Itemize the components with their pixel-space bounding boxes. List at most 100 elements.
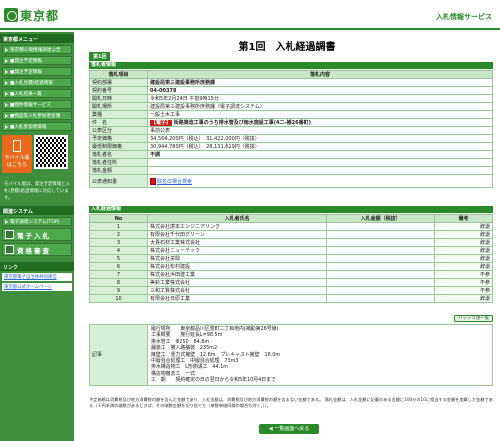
row-label: 契約番号	[89, 86, 148, 95]
row-label: 件 名	[89, 118, 148, 127]
bid-note: 辞退	[434, 222, 493, 231]
sidebar-menu-head: 東京都メニュー	[0, 34, 74, 43]
row-value: 30,944,780円（税込） 28,131,619円（税抜）	[147, 142, 493, 151]
row-value	[147, 166, 493, 175]
bid-note: 不参	[434, 270, 493, 279]
main-content: 第1回 入札経過調書 第1回 落札者情報 落札項目 落札内容 契約部署 建設局第三…	[79, 32, 495, 441]
mobile-note: モバイル版は、発注予定情報と入札(見積)結過情報に対応しています。	[4, 182, 70, 201]
column-header-amount: 入札金額（税抜）	[326, 214, 435, 223]
bid-amount	[326, 238, 435, 247]
column-header: 落札内容	[147, 70, 493, 79]
tokyo-logo[interactable]: 東京都	[4, 7, 59, 23]
back-to-list-button[interactable]: ◀ 一覧画面へ戻る	[259, 424, 319, 434]
bidder-name: 美鈴工業株式会社	[146, 278, 328, 287]
sidebar-item-label: 電子調達システム(TOP)	[10, 219, 60, 225]
section-case-info: 落札者情報	[89, 62, 493, 69]
table-row: 落札者住所	[89, 158, 493, 167]
table-row: 開札日時 令和5年2月24日 午前9時15分	[89, 94, 493, 103]
tokyo-emblem-icon	[4, 8, 18, 22]
arrow-icon	[5, 219, 8, 224]
link-tokyo-official[interactable]: 東京都公式ホームページ	[2, 283, 72, 291]
bid-amount	[326, 230, 435, 239]
row-value: 取名の場合検索	[147, 174, 493, 188]
qualification-icon	[5, 245, 14, 254]
column-header-no: No	[89, 214, 148, 223]
remarks-table: 記事 履行場所 東京都品川区豊町二丁目地内(補助第26号線) 工事概要 施行延長…	[89, 324, 493, 386]
table-row: 契約番号 04-00378	[89, 86, 493, 95]
sidebar-system-head: 関連システム	[0, 206, 74, 215]
row-label: 落札者名	[89, 150, 148, 159]
sidebar-item-property-service[interactable]: ■物件情報サービス	[2, 100, 72, 109]
sidebar-link-head: リンク	[0, 262, 74, 271]
sidebar-item-label: ■入札見積)結過情報	[10, 80, 53, 86]
table-row: 契約部署 建設局第三建設事務所庶務課	[89, 78, 493, 87]
sidebar-item-label: 資格審査	[17, 246, 51, 255]
bid-note: 辞退	[434, 294, 493, 303]
table-row: 予定価格 34,564,200円（税込） 31,422,000円（税抜）	[89, 134, 493, 143]
sidebar-item-qualification[interactable]: 資格審査	[2, 243, 72, 256]
case-subject: 街路築造工事のうち排水管及び雨水施設工事(4二-補26番町)	[173, 120, 311, 126]
hash-list-button[interactable]: ハッシュ値一覧	[454, 315, 493, 322]
page-title: 第1回 入札経過調書	[238, 42, 336, 53]
bid-no: 5	[89, 254, 148, 263]
mobile-phone-icon	[13, 140, 21, 152]
sidebar-item-e-procurement[interactable]: 電子調達システム(TOP)	[2, 217, 72, 226]
bid-no: 9	[89, 286, 148, 295]
row-label: 落札金額	[89, 166, 148, 175]
table-row: 最低制限価格 30,944,780円（税込） 28,131,619円（税抜）	[89, 142, 493, 151]
bid-amount	[326, 278, 435, 287]
arrow-icon	[5, 47, 8, 52]
bid-note: 不参	[434, 278, 493, 287]
table-row: 業種 一般土木工事	[89, 110, 493, 119]
sidebar-item-e-bid[interactable]: 電子入札	[2, 228, 72, 241]
bidder-name: 有限会社千代田グリーン	[146, 230, 328, 239]
bid-no: 7	[89, 270, 148, 279]
bidder-name: 株式会社境本エンジニアリング	[146, 222, 328, 231]
row-label: 開札日時	[89, 94, 148, 103]
notice-download-link[interactable]: 取名の場合検索	[157, 179, 192, 185]
bidder-name: 株式会社松村建設	[146, 262, 328, 271]
footnote: 予定価格は消費税及び地方消費税の額を含んだ金額であり、入札金額は、消費税及び地方…	[89, 397, 493, 408]
arrow-icon	[5, 113, 8, 118]
row-label: 落札者住所	[89, 158, 148, 167]
mobile-badge-sub: はこちら	[6, 162, 27, 168]
table-row: 1 株式会社境本エンジニアリング 辞退	[89, 222, 493, 231]
link-e-government[interactable]: 東京都電子自治体共同運営	[2, 273, 72, 281]
logo-text: 東京都	[20, 8, 60, 23]
row-label: 最低制限価格	[89, 142, 148, 151]
table-header-row: 落札項目 落札内容	[89, 70, 493, 79]
bid-no: 8	[89, 278, 148, 287]
table-row: 公表区分 事前公表	[89, 126, 493, 135]
bid-amount	[326, 254, 435, 263]
table-row: 4 株式会社ニューテック 辞退	[89, 246, 493, 255]
sidebar-item-bid-list[interactable]: ■入札結果一覧	[2, 89, 72, 98]
sidebar-item-order-plan[interactable]: ■発注予定情報	[2, 56, 72, 65]
bid-note: 辞退	[434, 262, 493, 271]
row-value: 令和5年2月24日 午前9時15分	[147, 94, 493, 103]
bid-amount	[326, 262, 435, 271]
bid-amount	[326, 270, 435, 279]
remarks-content: 履行場所 東京都品川区豊町二丁目地内(補助第26号線) 工事概要 施行延長L=9…	[147, 324, 493, 386]
page-header: 東京都 入札情報サービス	[0, 0, 500, 30]
bid-amount	[326, 294, 435, 303]
mobile-badge-label: モバイル版	[4, 155, 30, 161]
sidebar-item-public-notice[interactable]: 東京都公報情報調達公告	[2, 45, 72, 54]
sidebar-item-goods-roster[interactable]: ■物品等入札参加者名簿	[2, 111, 72, 120]
row-value: 事前公表	[147, 126, 493, 135]
arrow-icon	[5, 91, 8, 96]
row-value: 建設局第三建設事務所庶務課	[147, 78, 493, 87]
arrow-icon	[5, 124, 8, 129]
table-row: 開札場所 建設局第三建設事務所庶務課（電子調達システム）	[89, 102, 493, 111]
tab-round-1[interactable]: 第1回	[89, 52, 111, 61]
sidebar-item-bid-results[interactable]: ■入札見積)結過情報	[2, 78, 72, 87]
e-bid-icon	[5, 230, 14, 239]
row-label: 業種	[89, 110, 148, 119]
sidebar-item-bidder-info[interactable]: ■入札参加者情報	[2, 122, 72, 131]
sidebar-item-label: ■物品等入札参加者名簿	[10, 113, 61, 119]
sidebar-item-order-plan-2[interactable]: ■発注予定情報	[2, 67, 72, 76]
sidebar-item-label: ■入札結果一覧	[10, 91, 42, 97]
sidebar-item-label: ■物件情報サービス	[10, 102, 52, 108]
table-row: 7 株式会社浜田建工業 不参	[89, 270, 493, 279]
bidder-name: 株式会社栄興	[146, 254, 328, 263]
mobile-version-button[interactable]: モバイル版 はこちら	[2, 135, 32, 173]
